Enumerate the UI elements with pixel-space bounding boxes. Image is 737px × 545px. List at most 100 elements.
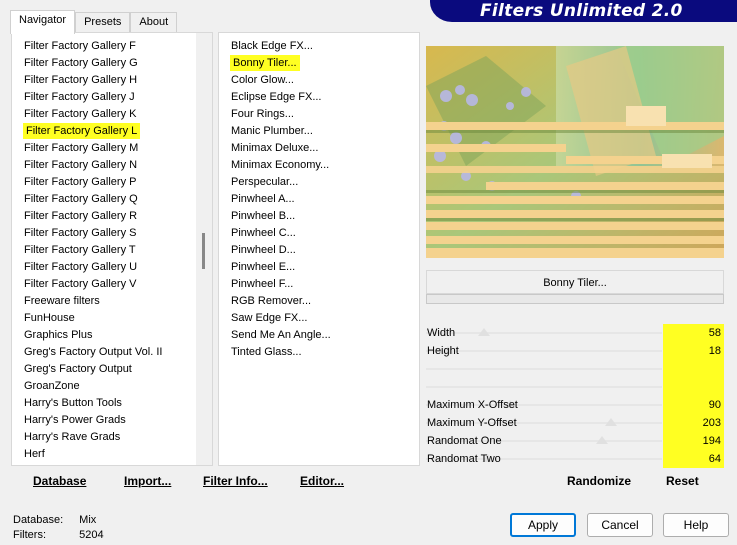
category-item-label: Herf [24,448,45,460]
category-item[interactable]: Freeware filters [12,293,212,310]
parameter-panel: Width 58 Height 18 Maximum X-Offset 90 Maximum… [426,324,724,468]
filter-item[interactable]: Pinwheel B... [219,208,419,225]
filter-item[interactable]: Color Glow... [219,72,419,89]
filters-value: 5204 [79,529,104,541]
parameter-value[interactable]: 203 [663,414,724,432]
category-item[interactable]: Herf [12,446,212,463]
category-item[interactable]: Harry's Power Grads [12,412,212,429]
filter-item[interactable]: Pinwheel F... [219,276,419,293]
category-item[interactable]: Filter Factory Gallery L [12,123,212,140]
category-item[interactable]: Filter Factory Gallery U [12,259,212,276]
category-item[interactable]: Harry's Button Tools [12,395,212,412]
parameter-slider[interactable] [426,368,662,370]
filter-item[interactable]: Eclipse Edge FX... [219,89,419,106]
category-item[interactable]: Filter Factory Gallery Q [12,191,212,208]
filter-list[interactable]: Black Edge FX... Bonny Tiler... Color Glow… [218,32,420,466]
tab-about[interactable]: About [130,12,178,33]
database-label: Database: [13,514,64,526]
import-button[interactable]: Import... [124,474,171,488]
category-list[interactable]: Filter Factory Gallery F Filter Factory G… [11,32,213,466]
parameter-slider-thumb[interactable] [605,418,617,426]
category-item[interactable]: GroanZone [12,378,212,395]
reset-button[interactable]: Reset [666,474,699,488]
preview-artwork [426,46,724,258]
category-item-label: Filter Factory Gallery T [24,244,136,256]
filter-item[interactable]: Pinwheel A... [219,191,419,208]
editor-button[interactable]: Editor... [300,474,344,488]
filter-item[interactable]: Pinwheel C... [219,225,419,242]
parameter-row: Height 18 [426,342,724,360]
category-item-label: Filter Factory Gallery G [24,57,138,69]
filter-item-label: Color Glow... [231,74,294,86]
parameter-slider[interactable] [426,350,662,352]
category-item[interactable]: Filter Factory Gallery F [12,38,212,55]
filter-item[interactable]: Perspecular... [219,174,419,191]
filter-item[interactable]: Black Edge FX... [219,38,419,55]
filter-item-label: Pinwheel B... [231,210,296,222]
tab-presets[interactable]: Presets [75,12,131,33]
parameter-row: Randomat Two 64 [426,450,724,468]
category-item[interactable]: Filter Factory Gallery S [12,225,212,242]
category-scrollbar-thumb[interactable] [202,233,205,269]
category-item-label: Filter Factory Gallery Q [24,193,138,205]
help-button[interactable]: Help [663,513,729,537]
tab-bar: Navigator Presets About [10,10,178,34]
filter-item[interactable]: Pinwheel D... [219,242,419,259]
parameter-row [426,360,724,378]
parameter-value[interactable]: 18 [663,342,724,360]
preview-filter-name: Bonny Tiler... [426,270,724,294]
parameter-value[interactable] [663,360,724,378]
parameter-row: Maximum Y-Offset 203 [426,414,724,432]
parameter-slider[interactable] [426,332,662,334]
parameter-label: Maximum Y-Offset [427,417,517,429]
parameter-value[interactable]: 90 [663,396,724,414]
apply-button[interactable]: Apply [510,513,576,537]
database-button[interactable]: Database [33,474,86,488]
category-item[interactable]: Filter Factory Gallery N [12,157,212,174]
filters-label: Filters: [13,529,46,541]
tab-navigator[interactable]: Navigator [10,10,76,34]
parameter-slider-thumb[interactable] [596,436,608,444]
import-label: Import... [124,474,172,488]
category-item[interactable]: Filter Factory Gallery M [12,140,212,157]
category-item-label: Filter Factory Gallery R [24,210,138,222]
filter-info-button[interactable]: Filter Info... [203,474,268,488]
filter-item[interactable]: Minimax Deluxe... [219,140,419,157]
filter-item[interactable]: Minimax Economy... [219,157,419,174]
filter-item[interactable]: Pinwheel E... [219,259,419,276]
filter-item[interactable]: Saw Edge FX... [219,310,419,327]
parameter-slider[interactable] [426,386,662,388]
parameter-value[interactable]: 194 [663,432,724,450]
parameter-value[interactable]: 58 [663,324,724,342]
cancel-button[interactable]: Cancel [587,513,653,537]
filter-item[interactable]: Four Rings... [219,106,419,123]
category-item-label: Filter Factory Gallery H [24,74,138,86]
category-item[interactable]: Greg's Factory Output Vol. II [12,344,212,361]
filter-item-label: Four Rings... [231,108,294,120]
category-item[interactable]: Harry's Rave Grads [12,429,212,446]
filter-item[interactable]: Send Me An Angle... [219,327,419,344]
category-item[interactable]: Filter Factory Gallery K [12,106,212,123]
filter-item[interactable]: Manic Plumber... [219,123,419,140]
parameter-value[interactable]: 64 [663,450,724,468]
parameter-value[interactable] [663,378,724,396]
category-item[interactable]: FunHouse [12,310,212,327]
category-item[interactable]: Filter Factory Gallery H [12,72,212,89]
filter-item[interactable]: Tinted Glass... [219,344,419,361]
category-item[interactable]: Filter Factory Gallery V [12,276,212,293]
category-item-label: Filter Factory Gallery U [24,261,138,273]
randomize-button[interactable]: Randomize [567,474,631,488]
parameter-label: Randomat One [427,435,502,447]
filter-item[interactable]: RGB Remover... [219,293,419,310]
category-item[interactable]: Filter Factory Gallery J [12,89,212,106]
parameter-slider-thumb[interactable] [478,328,490,336]
filter-item-label: Black Edge FX... [231,40,313,52]
category-item[interactable]: Filter Factory Gallery R [12,208,212,225]
category-item[interactable]: Greg's Factory Output [12,361,212,378]
category-item[interactable]: Filter Factory Gallery T [12,242,212,259]
category-item[interactable]: Filter Factory Gallery G [12,55,212,72]
filter-item[interactable]: Bonny Tiler... [219,55,419,72]
category-item[interactable]: Graphics Plus [12,327,212,344]
filter-preview-image [426,46,724,258]
category-item[interactable]: Filter Factory Gallery P [12,174,212,191]
